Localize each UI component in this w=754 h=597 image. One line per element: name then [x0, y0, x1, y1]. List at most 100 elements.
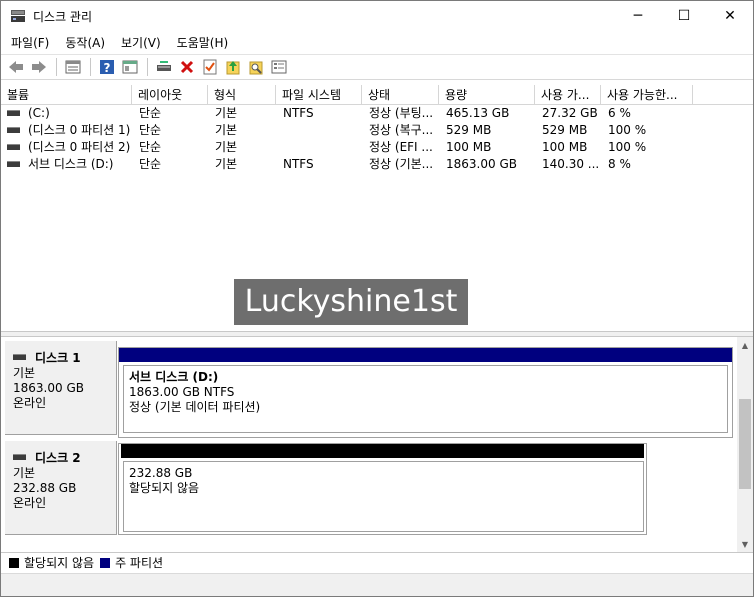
type-cell: 기본 — [215, 123, 238, 137]
free-space-cell: 140.30 ... — [542, 157, 600, 171]
disk-1-info[interactable]: 디스크 1 기본 1863.00 GB 온라인 — [5, 341, 117, 435]
volume-name: 서브 디스크 (D:) — [28, 157, 114, 171]
status-cell: 정상 (EFI ... — [369, 140, 433, 154]
refresh-button[interactable] — [222, 56, 244, 78]
menu-help[interactable]: 도움말(H) — [171, 32, 235, 53]
disk-list-icon — [65, 60, 81, 74]
file-system-cell: NTFS — [283, 157, 314, 171]
volume-cell: 서브 디스크 (D:) — [7, 156, 131, 173]
legend-label: 할당되지 않음 — [24, 556, 95, 570]
delete-button[interactable] — [176, 56, 198, 78]
forward-button[interactable] — [28, 56, 50, 78]
disk-icon — [13, 353, 26, 360]
type-cell: 기본 — [215, 157, 238, 171]
file-system-cell: NTFS — [283, 106, 314, 120]
disk-status: 온라인 — [13, 496, 47, 510]
column-header-layout[interactable]: 레이아웃 — [132, 85, 208, 105]
scrollbar-thumb[interactable] — [739, 399, 751, 489]
legend: 할당되지 않음 주 파티션 — [1, 552, 753, 572]
graph-pane-scrollbar[interactable]: ▲ ▼ — [737, 337, 753, 552]
back-button[interactable] — [5, 56, 27, 78]
properties-icon — [203, 59, 217, 75]
layout-cell: 단순 — [139, 123, 162, 137]
menu-view[interactable]: 보기(V) — [115, 32, 167, 53]
settings-list-button[interactable] — [268, 56, 290, 78]
help-icon: ? — [100, 60, 114, 75]
legend-item-primary: 주 파티션 — [100, 554, 163, 571]
column-header-volume[interactable]: 볼륨 — [1, 85, 132, 105]
unallocated-details: 232.88 GB 할당되지 않음 — [123, 461, 644, 532]
column-header-free-space[interactable]: 사용 가... — [535, 85, 601, 105]
connect-drive-icon — [157, 61, 171, 71]
status-cell: 정상 (복구... — [369, 123, 434, 137]
show-list-button[interactable] — [62, 56, 84, 78]
toolbar-separator — [147, 58, 148, 76]
help-button[interactable]: ? — [96, 56, 118, 78]
watermark-label: Luckyshine1st — [234, 279, 468, 325]
disk-name: 디스크 1 — [35, 351, 81, 365]
partition-d[interactable]: 서브 디스크 (D:) 1863.00 GB NTFS 정상 (기본 데이터 파… — [118, 347, 733, 438]
table-row[interactable]: (디스크 0 파티션 1) 단순 기본 정상 (복구... 529 MB 529… — [1, 122, 753, 139]
capacity-cell: 1863.00 GB — [446, 157, 517, 171]
volume-icon — [7, 109, 20, 116]
column-header-status[interactable]: 상태 — [362, 85, 439, 105]
volume-name: (디스크 0 파티션 1) — [28, 123, 131, 137]
free-space-cell: 27.32 GB — [542, 106, 598, 120]
partition-name: 서브 디스크 (D:) — [129, 370, 219, 384]
disk-graphical-view: 디스크 1 기본 1863.00 GB 온라인 서브 디스크 (D:) 1863… — [1, 337, 753, 552]
disk-2-block: 디스크 2 기본 232.88 GB 온라인 232.88 GB 할당되지 않음 — [1, 441, 737, 537]
type-cell: 기본 — [215, 140, 238, 154]
unallocated-swatch — [9, 557, 19, 568]
search-button[interactable] — [245, 56, 267, 78]
connect-drive-button[interactable] — [153, 56, 175, 78]
close-icon: ✕ — [724, 8, 736, 24]
column-header-type[interactable]: 형식 — [208, 85, 276, 105]
minimize-button[interactable]: ─ — [615, 1, 661, 31]
table-row[interactable]: (C:) 단순 기본 NTFS 정상 (부팅... 465.13 GB 27.3… — [1, 105, 753, 122]
back-arrow-icon — [9, 61, 23, 73]
legend-label: 주 파티션 — [115, 556, 164, 570]
disk-status: 온라인 — [13, 396, 47, 410]
file-system-cell — [283, 122, 361, 139]
console-button[interactable] — [119, 56, 141, 78]
type-cell: 기본 — [215, 106, 238, 120]
refresh-icon — [226, 61, 240, 75]
table-row[interactable]: (디스크 0 파티션 2) 단순 기본 정상 (EFI ... 100 MB 1… — [1, 139, 753, 156]
column-header-percent-free[interactable]: 사용 가능한... — [601, 85, 693, 105]
status-cell: 정상 (기본... — [369, 157, 434, 171]
menu-file[interactable]: 파일(F) — [5, 32, 55, 53]
partition-d-details: 서브 디스크 (D:) 1863.00 GB NTFS 정상 (기본 데이터 파… — [123, 365, 728, 433]
maximize-button[interactable]: ☐ — [661, 1, 707, 31]
percent-free-cell: 8 % — [608, 157, 631, 171]
properties-button[interactable] — [199, 56, 221, 78]
volume-cell: (디스크 0 파티션 1) — [7, 122, 131, 139]
capacity-cell: 529 MB — [446, 123, 492, 137]
table-row[interactable]: 서브 디스크 (D:) 단순 기본 NTFS 정상 (기본... 1863.00… — [1, 156, 753, 173]
primary-partition-swatch — [100, 557, 111, 568]
disk-type: 기본 — [13, 366, 36, 380]
legend-item-unallocated: 할당되지 않음 — [9, 554, 94, 571]
scroll-down-button[interactable]: ▼ — [737, 536, 753, 552]
volume-icon — [7, 143, 20, 150]
volume-name: (C:) — [28, 106, 50, 120]
scroll-up-button[interactable]: ▲ — [737, 337, 753, 353]
disk-2-info[interactable]: 디스크 2 기본 232.88 GB 온라인 — [5, 441, 117, 535]
unallocated-space[interactable]: 232.88 GB 할당되지 않음 — [118, 443, 647, 535]
console-icon — [122, 60, 138, 74]
status-bar — [1, 573, 753, 596]
search-icon — [249, 61, 263, 75]
column-header-file-system[interactable]: 파일 시스템 — [276, 85, 362, 105]
percent-free-cell: 100 % — [608, 140, 647, 154]
capacity-cell: 100 MB — [446, 140, 492, 154]
forward-arrow-icon — [32, 61, 46, 73]
column-header-capacity[interactable]: 용량 — [439, 85, 535, 105]
layout-cell: 단순 — [139, 157, 162, 171]
menu-action[interactable]: 동작(A) — [59, 32, 111, 53]
toolbar-separator — [56, 58, 57, 76]
menu-bar: 파일(F) 동작(A) 보기(V) 도움말(H) — [1, 31, 753, 53]
close-button[interactable]: ✕ — [707, 1, 753, 31]
percent-free-cell: 6 % — [608, 106, 631, 120]
file-system-cell — [283, 139, 361, 156]
volume-cell: (C:) — [7, 105, 131, 122]
settings-list-icon — [271, 60, 287, 74]
